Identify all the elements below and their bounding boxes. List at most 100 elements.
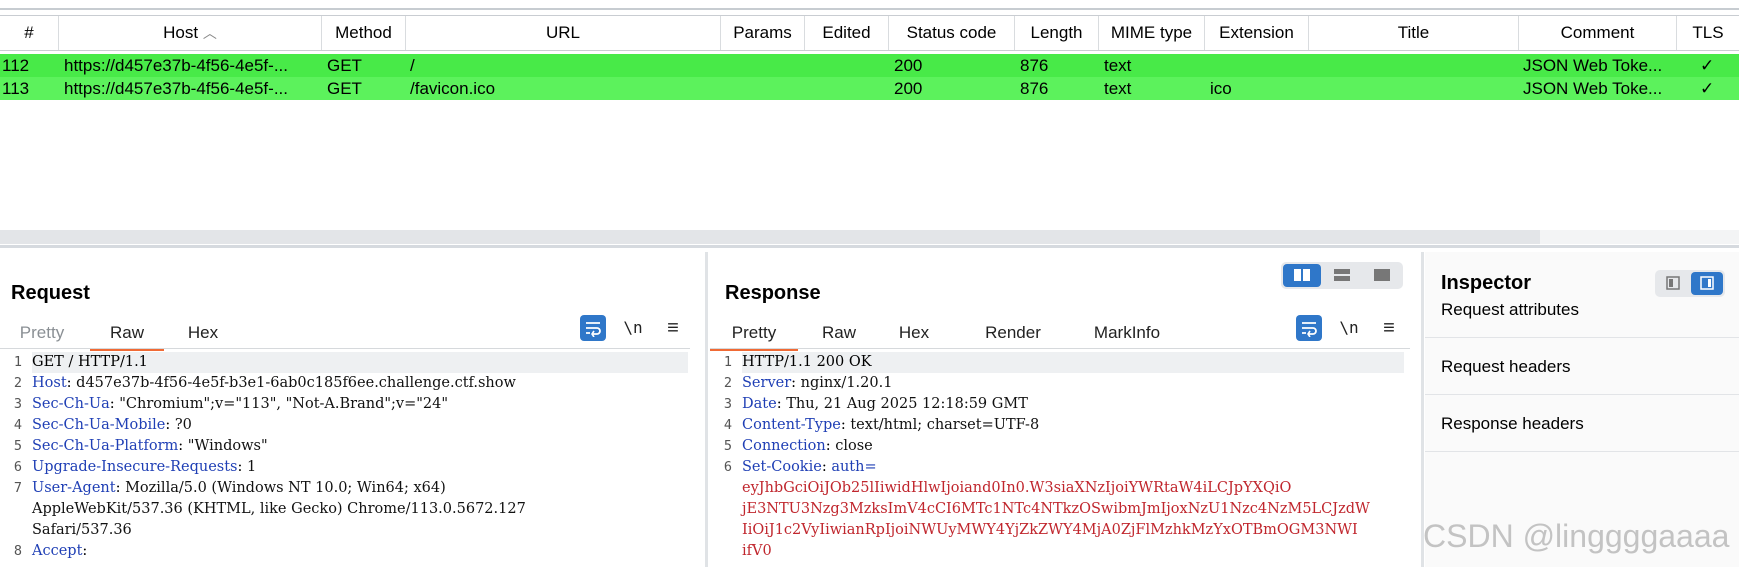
tab-pretty[interactable]: Pretty: [8, 318, 76, 348]
sort-ascending-icon: ︿: [202, 25, 217, 41]
line-number: 3: [13, 396, 22, 412]
line-text: Sec-Ch-Ua: "Chromium";v="113", "Not-A.Br…: [32, 396, 449, 412]
line-text: GET / HTTP/1.1: [32, 352, 688, 373]
tab-raw[interactable]: Raw: [90, 318, 164, 351]
column-header-host[interactable]: Host ︿: [59, 16, 322, 50]
cell-number: 112: [2, 56, 30, 75]
code-line: 4 Content-Type: text/html; charset=UTF-8: [710, 415, 1422, 436]
header-value: ?0: [174, 417, 192, 433]
line-number: 5: [723, 438, 732, 454]
column-header-method[interactable]: Method: [322, 16, 406, 50]
table-row[interactable]: 112 https://d457e37b-4f56-4e5f-... GET /…: [0, 54, 1739, 77]
top-border: [0, 8, 1739, 10]
line-text: Accept:: [32, 543, 88, 559]
code-line: 3 Date: Thu, 21 Aug 2025 12:18:59 GMT: [710, 394, 1422, 415]
horizontal-scrollbar[interactable]: [0, 230, 1540, 244]
column-header-title[interactable]: Title: [1309, 16, 1519, 50]
cell-length: 876: [1020, 79, 1049, 98]
header-value: text/html; charset=UTF-8: [850, 417, 1040, 433]
split-divider[interactable]: [0, 245, 1739, 248]
show-newlines-button[interactable]: \n: [620, 315, 646, 341]
header-key: Upgrade-Insecure-Requests: [32, 459, 238, 475]
side-by-side-view-button[interactable]: [1283, 264, 1321, 287]
header-value: Mozilla/5.0 (Windows NT 10.0; Win64; x64…: [125, 480, 446, 496]
tab-raw[interactable]: Raw: [812, 318, 866, 348]
column-header-url[interactable]: URL: [406, 16, 721, 50]
cell-method: GET: [327, 56, 362, 75]
word-wrap-button[interactable]: [1296, 315, 1322, 341]
column-header-number[interactable]: #: [0, 16, 59, 50]
line-text: Host: d457e37b-4f56-4e5f-b3e1-6ab0c185f6…: [32, 375, 516, 391]
word-wrap-icon: [1302, 322, 1317, 337]
cell-number: 113: [2, 79, 30, 98]
word-wrap-button[interactable]: [580, 315, 606, 341]
stacked-view-button[interactable]: [1323, 264, 1361, 287]
code-line: AppleWebKit/537.36 (KHTML, like Gecko) C…: [0, 499, 704, 520]
column-header-params[interactable]: Params: [721, 16, 805, 50]
request-editor[interactable]: 1 GET / HTTP/1.1 2 Host: d457e37b-4f56-4e5…: [0, 352, 704, 567]
tab-pretty[interactable]: Pretty: [710, 318, 798, 351]
line-text: Sec-Ch-Ua-Mobile: ?0: [32, 417, 192, 433]
code-line: 1 GET / HTTP/1.1: [0, 352, 704, 373]
menu-icon[interactable]: ≡: [1376, 315, 1402, 341]
header-key: Content-Type: [742, 417, 841, 433]
request-pane: Request Pretty Raw Hex \n ≡ 1 GET / HTTP/…: [0, 252, 704, 567]
line-text: Upgrade-Insecure-Requests: 1: [32, 459, 257, 475]
cell-method: GET: [327, 79, 362, 98]
column-header-length[interactable]: Length: [1015, 16, 1099, 50]
cell-comment: JSON Web Toke...: [1523, 79, 1663, 98]
line-number: 2: [723, 375, 732, 391]
tab-underline: [0, 348, 690, 349]
pane-splitter[interactable]: [705, 252, 708, 567]
line-text: Connection: close: [742, 438, 873, 454]
cell-comment: JSON Web Toke...: [1523, 56, 1663, 75]
scrollbar-track: [1540, 230, 1739, 244]
single-view-button[interactable]: [1363, 264, 1401, 287]
code-line: 2 Host: d457e37b-4f56-4e5f-b3e1-6ab0c185f…: [0, 373, 704, 394]
code-line: IiOiJ1c2VyIiwianRpIjoiNWUyMWY4YjZkZWY4Mj…: [710, 520, 1422, 541]
response-editor[interactable]: 1 HTTP/1.1 200 OK 2 Server: nginx/1.20.1 3…: [710, 352, 1422, 567]
cell-mime-type: text: [1104, 56, 1132, 75]
cell-edited: [810, 77, 885, 100]
line-number: 6: [723, 459, 732, 475]
request-title: Request: [11, 282, 90, 304]
line-text: Date: Thu, 21 Aug 2025 12:18:59 GMT: [742, 396, 1028, 412]
inspector-response-headers[interactable]: Response headers: [1425, 396, 1739, 452]
cell-title: [1314, 77, 1514, 100]
tab-markinfo[interactable]: MarkInfo: [1078, 318, 1176, 348]
column-header-tls[interactable]: TLS: [1677, 16, 1739, 50]
code-line: 8 Accept:: [0, 541, 704, 562]
word-wrap-icon: [586, 322, 601, 337]
cell-mime-type: text: [1104, 79, 1132, 98]
cell-url: /favicon.ico: [410, 79, 496, 98]
column-header-extension[interactable]: Extension: [1205, 16, 1309, 50]
line-text: HTTP/1.1 200 OK: [742, 352, 1404, 373]
line-number: 1: [13, 354, 22, 370]
cell-title: [1314, 54, 1514, 77]
line-text: User-Agent: Mozilla/5.0 (Windows NT 10.0…: [32, 480, 446, 496]
line-text: Server: nginx/1.20.1: [742, 375, 893, 391]
show-newlines-button[interactable]: \n: [1336, 315, 1362, 341]
code-line: 7 User-Agent: Mozilla/5.0 (Windows NT 10.…: [0, 478, 704, 499]
table-row[interactable]: 113 https://d457e37b-4f56-4e5f-... GET /…: [0, 77, 1739, 100]
http-history-table: # Host ︿ Method URL Params Edited Status…: [0, 0, 1739, 248]
single-pane-icon: [1374, 269, 1390, 281]
cell-status-code: 200: [894, 56, 923, 75]
code-line: eyJhbGciOiJOb25lIiwidHlwIjoiand0In0.W3si…: [710, 478, 1422, 499]
code-line: 5 Connection: close: [710, 436, 1422, 457]
column-header-comment[interactable]: Comment: [1519, 16, 1677, 50]
tab-hex[interactable]: Hex: [886, 318, 942, 348]
cell-url: /: [410, 56, 415, 75]
column-header-mime-type[interactable]: MIME type: [1099, 16, 1205, 50]
tab-hex[interactable]: Hex: [172, 318, 234, 348]
tab-render[interactable]: Render: [970, 318, 1056, 348]
menu-icon[interactable]: ≡: [660, 315, 686, 341]
line-text: AppleWebKit/537.36 (KHTML, like Gecko) C…: [32, 501, 526, 517]
column-header-status-code[interactable]: Status code: [889, 16, 1015, 50]
table-header: # Host ︿ Method URL Params Edited Status…: [0, 15, 1739, 51]
header-key: Sec-Ch-Ua-Mobile: [32, 417, 166, 433]
inspector-request-attributes[interactable]: Request attributes: [1425, 282, 1739, 338]
cell-extension: [1210, 54, 1305, 77]
inspector-request-headers[interactable]: Request headers: [1425, 339, 1739, 395]
column-header-edited[interactable]: Edited: [805, 16, 889, 50]
